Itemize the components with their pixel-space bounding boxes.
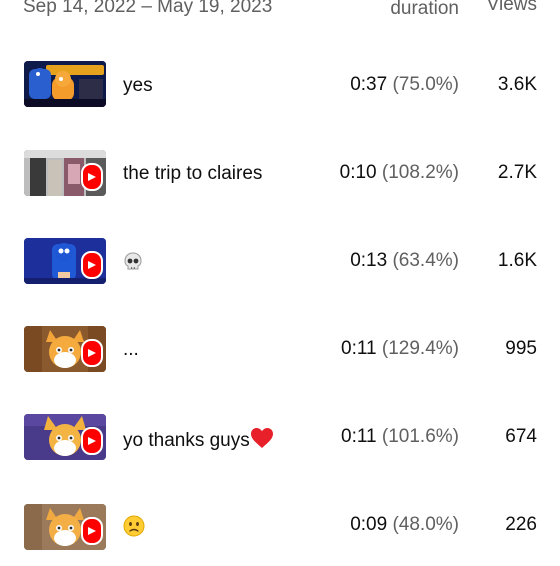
video-title[interactable]: yes xyxy=(123,75,153,97)
table-header: Sep 14, 2022 – May 19, 2023 duration Vie… xyxy=(0,0,560,30)
avg-view-duration: 0:09 (48.0%) xyxy=(350,514,459,536)
video-thumbnail[interactable] xyxy=(24,238,106,284)
shorts-icon xyxy=(81,251,103,279)
video-title[interactable]: ... xyxy=(123,339,139,361)
table-row[interactable]: yo thanks guys 0:11 (101.6%) 674 xyxy=(0,390,560,478)
table-row[interactable]: ... 0:11 (129.4%) 995 xyxy=(0,302,560,390)
video-title[interactable]: the trip to claires xyxy=(123,163,262,185)
shorts-icon xyxy=(81,517,103,545)
duration-time: 0:09 xyxy=(350,514,388,535)
view-count: 1.6K xyxy=(497,250,537,271)
thumbnail-sonic-tails-image xyxy=(24,61,106,107)
duration-time: 0:11 xyxy=(341,338,377,359)
duration-percent: (48.0%) xyxy=(392,514,459,535)
duration-time: 0:11 xyxy=(341,426,377,447)
avg-view-duration: 0:11 (129.4%) xyxy=(341,338,459,360)
video-title[interactable]: yo thanks guys xyxy=(123,427,274,452)
shorts-icon xyxy=(81,339,103,367)
view-count: 226 xyxy=(505,514,537,535)
duration-time: 0:13 xyxy=(350,250,388,271)
video-thumbnail[interactable] xyxy=(24,504,106,550)
table-row[interactable]: yes 0:37 (75.0%) 3.6K xyxy=(0,38,560,126)
video-thumbnail[interactable] xyxy=(24,61,106,107)
shorts-icon xyxy=(81,163,103,191)
view-count: 3.6K xyxy=(497,74,537,95)
skull-emoji-icon xyxy=(124,252,142,270)
column-header-duration[interactable]: duration xyxy=(390,0,459,20)
slightly-frowning-face-emoji-icon xyxy=(123,515,145,537)
column-header-views[interactable]: Views xyxy=(487,0,537,16)
avg-view-duration: 0:10 (108.2%) xyxy=(340,162,459,184)
shorts-icon xyxy=(81,427,103,455)
view-count: 2.7K xyxy=(497,162,537,183)
duration-percent: (101.6%) xyxy=(381,426,459,447)
video-title[interactable] xyxy=(123,515,145,537)
video-thumbnail[interactable] xyxy=(24,150,106,196)
avg-view-duration: 0:13 (63.4%) xyxy=(350,250,459,272)
duration-percent: (129.4%) xyxy=(381,338,459,359)
video-thumbnail[interactable] xyxy=(24,414,106,460)
red-heart-emoji-icon xyxy=(250,428,273,448)
avg-view-duration: 0:37 (75.0%) xyxy=(350,74,459,96)
duration-percent: (108.2%) xyxy=(381,162,459,183)
table-row[interactable]: 0:13 (63.4%) 1.6K xyxy=(0,214,560,302)
duration-time: 0:10 xyxy=(339,162,377,183)
avg-view-duration: 0:11 (101.6%) xyxy=(341,426,459,448)
view-count: 995 xyxy=(505,338,537,359)
duration-percent: (63.4%) xyxy=(392,250,459,271)
view-count: 674 xyxy=(505,426,537,447)
video-thumbnail[interactable] xyxy=(24,326,106,372)
duration-percent: (75.0%) xyxy=(392,74,459,95)
date-range: Sep 14, 2022 – May 19, 2023 xyxy=(23,0,273,17)
table-row[interactable]: 0:09 (48.0%) 226 xyxy=(0,478,560,566)
table-row[interactable]: the trip to claires 0:10 (108.2%) 2.7K xyxy=(0,126,560,214)
video-title[interactable] xyxy=(123,251,143,273)
duration-time: 0:37 xyxy=(350,74,388,95)
